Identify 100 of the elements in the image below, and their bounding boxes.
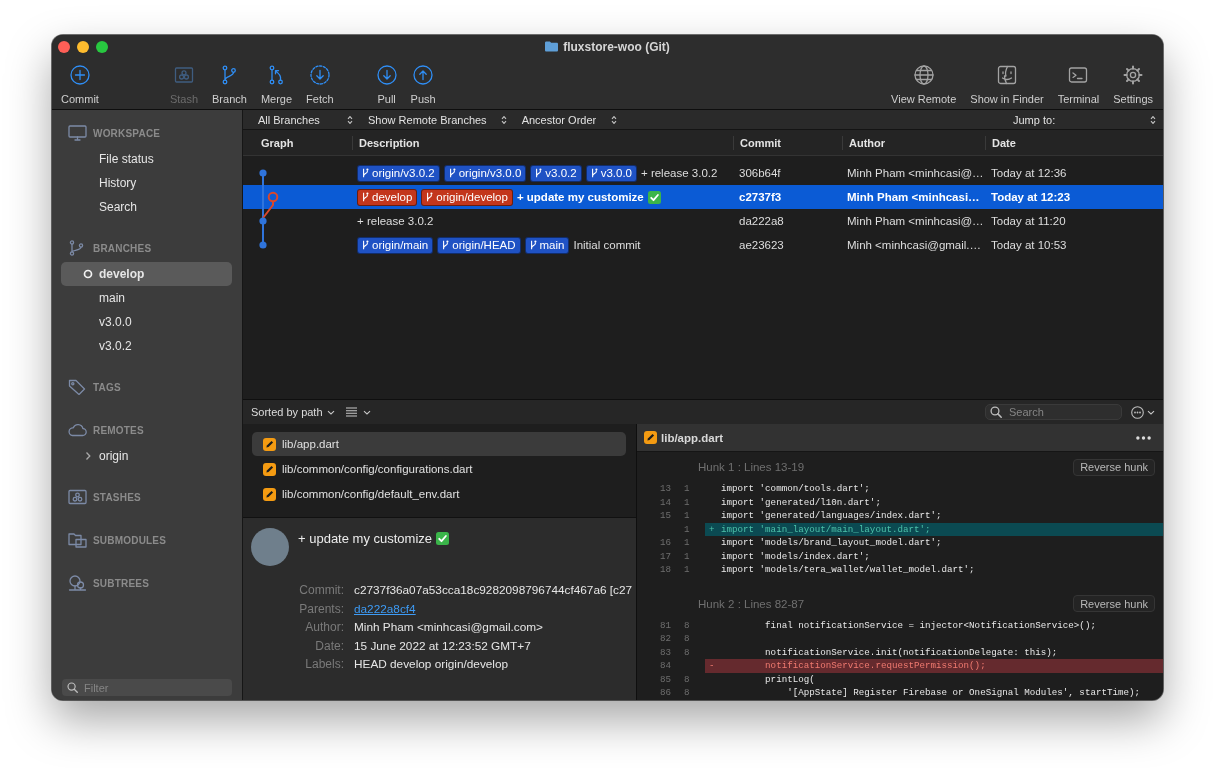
line-number: 8 — [683, 673, 690, 685]
chevron-down-icon — [326, 409, 335, 415]
commit-author: Minh <minhcasi@gmail.… — [846, 239, 983, 251]
column-header[interactable]: Graph — [243, 135, 352, 150]
zoom-button[interactable] — [96, 41, 108, 53]
branch-name: origin/HEAD — [452, 239, 516, 251]
branch-icon — [448, 168, 456, 178]
toolbar-button[interactable]: Push — [403, 65, 443, 105]
sidebar-item[interactable]: File status — [61, 147, 232, 171]
toolbar-button[interactable]: Terminal — [1050, 65, 1107, 105]
branch-name: v3.0.2 — [545, 167, 577, 179]
updown-chevron-icon — [610, 114, 617, 125]
toolbar-button[interactable]: Branch — [205, 65, 254, 105]
toolbar-button[interactable]: Show in Finder — [963, 65, 1051, 105]
options-dropdown[interactable] — [1131, 405, 1155, 419]
sidebar-item[interactable]: v3.0.0 — [61, 310, 232, 334]
sidebar-item[interactable]: origin — [61, 444, 232, 468]
field-value: Minh Pham <minhcasi@gmail.com> — [354, 619, 543, 636]
reverse-hunk-button[interactable]: Reverse hunk — [1073, 595, 1155, 612]
minimize-button[interactable] — [77, 41, 89, 53]
filter-dropdown[interactable]: Show Remote Branches — [363, 110, 511, 129]
more-icon — [1136, 435, 1151, 440]
section-title: SUBTREES — [93, 577, 150, 589]
sort-dropdown[interactable]: Sorted by path — [251, 406, 335, 418]
branch-icon — [442, 240, 450, 250]
globe-icon — [913, 65, 934, 85]
toolbar-button[interactable]: Commit — [54, 65, 106, 105]
toolbar-button[interactable]: Fetch — [299, 65, 341, 105]
field-label: Labels: — [304, 656, 344, 673]
file-row[interactable]: lib/common/config/configurations.dart — [252, 457, 626, 481]
commit-message: + release 3.0.2 — [357, 215, 434, 227]
commit-date: Today at 10:53 — [990, 239, 1068, 251]
file-row[interactable]: lib/app.dart — [252, 432, 626, 456]
down-arrow-circle-icon — [376, 65, 397, 85]
column-header[interactable]: Date — [985, 135, 1163, 150]
toolbar-button[interactable]: View Remote — [884, 65, 964, 105]
close-button[interactable] — [58, 41, 70, 53]
pencil-icon — [263, 487, 276, 501]
branch-icon — [362, 192, 369, 202]
column-header[interactable]: Description — [352, 135, 733, 150]
search-field[interactable]: Search — [985, 404, 1122, 420]
line-number: 1 — [683, 510, 690, 522]
commit-row[interactable]: origin/main origin/HEAD main Initial commit ae23623 Minh <minhcasi@gmail.… Today at 10:53 — [243, 233, 1163, 257]
code-text: import 'main_layout/main_layout.dart'; — [721, 523, 931, 535]
parent-link[interactable]: da222a8cf4 — [354, 599, 416, 618]
filter-field[interactable]: Filter — [62, 679, 232, 696]
filter-dropdown[interactable]: All Branches — [253, 110, 357, 129]
field-label: Author: — [304, 619, 344, 636]
monitor-icon — [68, 125, 87, 141]
search-icon — [990, 406, 1002, 418]
code-text: '[AppState] Register Firebase or OneSignal Modules', startTime); — [786, 687, 1141, 699]
branch-name: develop — [372, 191, 413, 203]
commit-row[interactable]: origin/v3.0.2 origin/v3.0.0 v3.0.2 v3.0.0 + release 3.0.2 306b64f Minh Pham <minhcasi@… Today at 12:36 — [243, 161, 1163, 185]
file-row[interactable]: lib/common/config/default_env.dart — [252, 482, 626, 506]
reverse-hunk-button[interactable]: Reverse hunk — [1073, 458, 1155, 476]
sidebar-item[interactable]: Search — [61, 195, 232, 219]
view-mode-dropdown[interactable] — [345, 407, 371, 417]
diff-sign: - — [709, 660, 716, 672]
commit-author: Minh Pham <minhcasi… — [846, 191, 981, 203]
commit-row[interactable]: + release 3.0.2 da222a8 Minh Pham <minhcasi@… Today at 11:20 — [243, 209, 1163, 233]
smiley-window-icon — [997, 65, 1017, 85]
field-label: Parents: — [298, 600, 344, 618]
section-title: REMOTES — [93, 424, 144, 436]
toolbar-button[interactable]: Merge — [253, 65, 300, 105]
jump-to-dropdown[interactable]: Jump to: — [1008, 110, 1160, 129]
circles-box-icon — [173, 65, 194, 85]
field-value: HEAD develop origin/develop — [354, 656, 509, 673]
code-text: import 'generated/l10n.dart'; — [721, 496, 881, 508]
filter-dropdown[interactable]: Ancestor Order — [516, 110, 621, 129]
line-number: 13 — [658, 483, 671, 495]
avatar-placeholder — [251, 528, 289, 566]
column-header[interactable]: Author — [842, 135, 985, 150]
folders-icon — [68, 532, 87, 548]
commit-row[interactable]: develop origin/develop + update my customize c2737f3 Minh Pham <minhcasi… Today at 12:23 — [243, 185, 1163, 209]
commit-message: + release 3.0.2 — [640, 167, 718, 179]
column-header[interactable]: Commit — [733, 135, 842, 150]
sidebar-item[interactable]: v3.0.2 — [61, 334, 232, 358]
sidebar-item[interactable]: main — [61, 286, 232, 310]
sidebar-item[interactable]: History — [61, 171, 232, 195]
line-number: 17 — [658, 550, 671, 562]
sidebar-item[interactable]: develop — [61, 262, 232, 286]
line-number: 15 — [658, 510, 671, 522]
toolbar-button[interactable]: Pull — [369, 65, 404, 105]
toolbar-button[interactable]: Settings — [1106, 65, 1160, 105]
ellipsis-circle-icon — [1131, 405, 1144, 419]
updown-chevron-icon — [500, 114, 507, 125]
file-name: lib/app.dart — [661, 431, 723, 444]
field-label: Commit: — [298, 582, 344, 599]
file-path: lib/common/config/default_env.dart — [282, 488, 460, 500]
line-number: 84 — [658, 660, 671, 672]
terminal-icon — [1068, 65, 1089, 85]
line-number: 1 — [683, 537, 690, 549]
code-text: import 'models/brand_layout_model.dart'; — [721, 537, 942, 549]
branch-name: origin/v3.0.2 — [372, 167, 435, 179]
code-text: notificationService.init(notificationDelegate: this); — [764, 646, 1058, 658]
branch-icon — [426, 192, 434, 202]
folder-icon — [545, 41, 559, 52]
section-title: BRANCHES — [93, 242, 152, 254]
section-title: WORKSPACE — [93, 127, 161, 139]
more-button[interactable] — [1136, 435, 1151, 440]
